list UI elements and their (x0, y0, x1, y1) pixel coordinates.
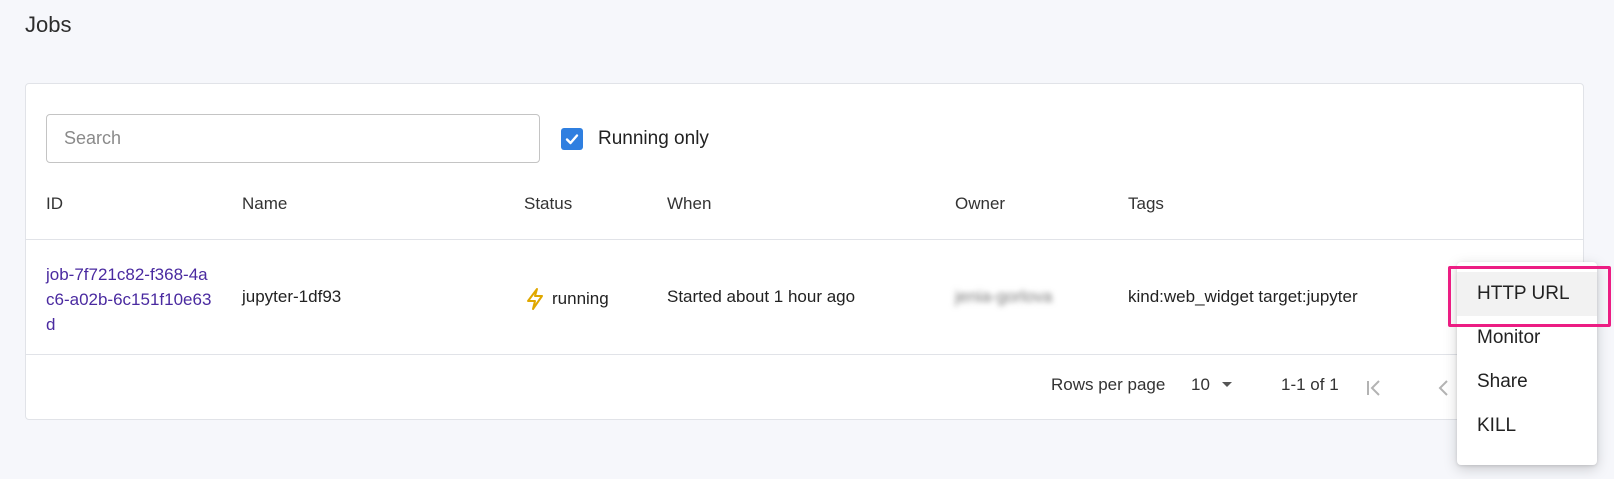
caret-down-icon (1221, 382, 1232, 387)
highlight-box (1448, 266, 1611, 327)
job-name: jupyter-1df93 (242, 287, 342, 306)
checkmark-icon (565, 134, 579, 145)
running-only-toggle[interactable]: Running only (561, 128, 709, 150)
job-status-text: running (552, 289, 609, 308)
column-header-tags[interactable]: Tags (1128, 194, 1164, 214)
running-only-label: Running only (598, 128, 709, 149)
first-page-icon[interactable] (1364, 377, 1386, 399)
row-divider (26, 354, 1583, 355)
column-header-name[interactable]: Name (242, 194, 287, 214)
rows-per-page-label: Rows per page (1051, 375, 1166, 394)
pagination-range: 1-1 of 1 (1281, 375, 1339, 394)
header-divider (26, 239, 1583, 240)
menu-item-kill[interactable]: KILL (1457, 404, 1597, 448)
rows-per-page-value: 10 (1191, 375, 1210, 394)
column-header-status[interactable]: Status (524, 194, 572, 214)
menu-item-share[interactable]: Share (1457, 360, 1597, 404)
job-tags: kind:web_widget target:jupyter (1128, 287, 1358, 306)
running-only-checkbox[interactable] (561, 128, 583, 150)
rows-per-page-select[interactable]: 10 (1191, 375, 1234, 395)
job-status: running (524, 287, 609, 311)
column-header-owner[interactable]: Owner (955, 194, 1005, 214)
column-header-when[interactable]: When (667, 194, 711, 214)
jobs-card: Running only ID Name Status When Owner T… (25, 83, 1584, 420)
job-when: Started about 1 hour ago (667, 287, 856, 306)
page-title: Jobs (25, 12, 72, 37)
search-input[interactable] (46, 114, 540, 163)
job-id-link[interactable]: job-7f721c82-f368-4ac6-a02b-6c151f10e63d (46, 262, 216, 337)
column-header-id[interactable]: ID (46, 194, 63, 214)
previous-page-icon[interactable] (1433, 377, 1455, 399)
job-owner: jenia-gorlova (955, 287, 1053, 306)
lightning-bolt-icon (527, 288, 543, 310)
